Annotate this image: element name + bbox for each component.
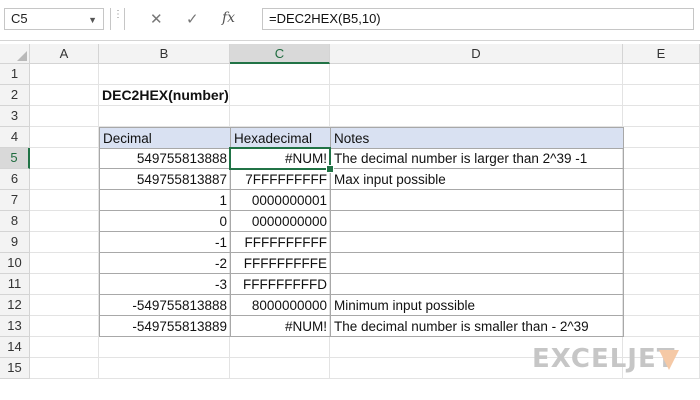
notes-cell[interactable]: The decimal number is smaller than - 2^3…: [331, 316, 624, 337]
cancel-icon[interactable]: ✕: [150, 10, 163, 28]
insert-function-icon[interactable]: fx: [222, 10, 235, 26]
exceljet-logo: EXCELJET: [532, 344, 676, 374]
hex-cell[interactable]: FFFFFFFFFF: [231, 232, 331, 253]
decimal-cell[interactable]: 1: [99, 190, 231, 211]
active-cell-c5[interactable]: [229, 147, 331, 170]
row-header-12[interactable]: 12: [0, 295, 30, 316]
name-box[interactable]: C5 ▼: [4, 8, 104, 30]
row-header-1[interactable]: 1: [0, 64, 30, 85]
row-header-15[interactable]: 15: [0, 358, 30, 379]
select-all-corner[interactable]: [0, 44, 30, 64]
notes-cell[interactable]: [331, 274, 624, 295]
divider: [124, 8, 125, 30]
row-header-7[interactable]: 7: [0, 190, 30, 211]
notes-cell[interactable]: [331, 232, 624, 253]
decimal-cell[interactable]: -3: [99, 274, 231, 295]
hex-cell[interactable]: FFFFFFFFFD: [231, 274, 331, 295]
row-header-9[interactable]: 9: [0, 232, 30, 253]
decimal-cell[interactable]: -1: [99, 232, 231, 253]
column-header-c[interactable]: C: [230, 44, 330, 64]
chevron-down-icon[interactable]: ▼: [88, 10, 97, 30]
name-box-value: C5: [11, 11, 28, 26]
row-header-2[interactable]: 2: [0, 85, 30, 106]
row-header-5[interactable]: 5: [0, 148, 30, 169]
decimal-cell[interactable]: -549755813888: [99, 295, 231, 316]
column-header-a[interactable]: A: [30, 44, 99, 64]
row-header-3[interactable]: 3: [0, 106, 30, 127]
table-header-decimal[interactable]: Decimal: [99, 127, 231, 149]
more-options-icon[interactable]: ⋮: [113, 10, 123, 26]
formula-input[interactable]: =DEC2HEX(B5,10): [262, 8, 694, 30]
decimal-cell[interactable]: 549755813887: [99, 169, 231, 190]
divider: [110, 8, 111, 30]
column-header-e[interactable]: E: [623, 44, 700, 64]
row-header-8[interactable]: 8: [0, 211, 30, 232]
row-header-4[interactable]: 4: [0, 127, 30, 148]
row-header-13[interactable]: 13: [0, 316, 30, 337]
decimal-cell[interactable]: -549755813889: [99, 316, 231, 337]
notes-cell[interactable]: The decimal number is larger than 2^39 -…: [331, 148, 624, 169]
hex-cell[interactable]: 0000000001: [231, 190, 331, 211]
gridline: [30, 378, 700, 379]
decimal-cell[interactable]: 0: [99, 211, 231, 232]
formula-text: =DEC2HEX(B5,10): [269, 11, 381, 26]
decimal-cell[interactable]: -2: [99, 253, 231, 274]
table-header-notes[interactable]: Notes: [330, 127, 624, 149]
hex-cell[interactable]: 7FFFFFFFFF: [231, 169, 331, 190]
notes-cell[interactable]: [331, 211, 624, 232]
notes-cell[interactable]: Minimum input possible: [331, 295, 624, 316]
formula-bar: C5 ▼ ⋮ ✕ ✓ fx =DEC2HEX(B5,10): [0, 0, 700, 41]
notes-cell[interactable]: [331, 253, 624, 274]
row-header-6[interactable]: 6: [0, 169, 30, 190]
hex-cell[interactable]: 0000000000: [231, 211, 331, 232]
row-header-14[interactable]: 14: [0, 337, 30, 358]
hex-cell[interactable]: #NUM!: [231, 316, 331, 337]
notes-cell[interactable]: [331, 190, 624, 211]
column-header-d[interactable]: D: [330, 44, 623, 64]
exceljet-logo-mark-icon: [659, 350, 679, 370]
fill-handle[interactable]: [326, 165, 334, 173]
hex-cell[interactable]: FFFFFFFFFE: [231, 253, 331, 274]
decimal-cell[interactable]: 549755813888: [99, 148, 231, 169]
enter-icon[interactable]: ✓: [186, 10, 199, 28]
notes-cell[interactable]: Max input possible: [331, 169, 624, 190]
column-header-b[interactable]: B: [99, 44, 230, 64]
sheet-title[interactable]: DEC2HEX(number): [99, 85, 349, 106]
row-header-11[interactable]: 11: [0, 274, 30, 295]
hex-cell[interactable]: 8000000000: [231, 295, 331, 316]
table-header-hex[interactable]: Hexadecimal: [230, 127, 331, 149]
row-header-10[interactable]: 10: [0, 253, 30, 274]
